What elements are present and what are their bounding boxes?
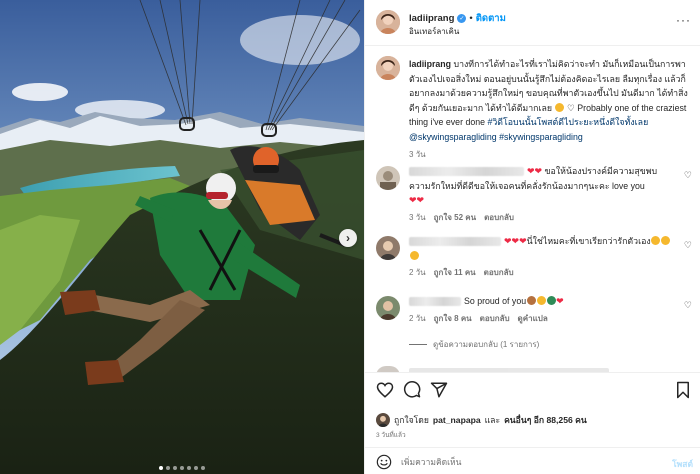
smile-icon[interactable] xyxy=(376,454,392,470)
view-replies-label: ดูข้อความตอบกลับ (1 รายการ) xyxy=(433,340,540,349)
comment-meta: 3 วัน ถูกใจ 52 คน ตอบกลับ xyxy=(409,211,675,226)
liker-avatar[interactable] xyxy=(376,413,390,427)
like-comment-icon[interactable]: ♡ xyxy=(684,240,692,251)
carousel-dot xyxy=(201,466,205,470)
paragliding-photo xyxy=(0,0,364,474)
carousel-dot xyxy=(180,466,184,470)
post-header: ladiiprang ✓ • ติดตาม อินเทอร์ลาเคิน ··· xyxy=(365,0,700,46)
red-heart-icon: ❤ xyxy=(556,296,564,306)
carousel-dots xyxy=(0,466,364,470)
heart-outline-icon: ♡ xyxy=(564,102,578,113)
comment-body: ❤❤❤นี่ใช่ไหมคะที่เขาเรียกว่ารักตัวเอง 2 … xyxy=(409,234,675,281)
liker-username[interactable]: pat_napapa xyxy=(433,415,481,425)
comment-time[interactable]: 2 วัน xyxy=(409,266,426,281)
add-comment-bar: โพสต์ xyxy=(365,447,700,474)
carousel-dot xyxy=(187,466,191,470)
comment-meta: 2 วัน ถูกใจ 11 คน ตอบกลับ xyxy=(409,266,675,281)
comment-text: So proud of you xyxy=(464,296,527,306)
post-sidebar: ladiiprang ✓ • ติดตาม อินเทอร์ลาเคิน ···… xyxy=(364,0,700,474)
heart-eyes-emoji-icon xyxy=(661,236,671,245)
author-avatar[interactable] xyxy=(376,10,400,34)
post-actions: ถูกใจโดย pat_napapa และ คนอื่นๆ อีก 88,2… xyxy=(365,372,700,474)
comment-body: So proud of you ❤ 2 วัน ถูกใจ 8 คน ตอบกลั… xyxy=(409,294,675,326)
caption-hashtag-link[interactable]: #skywingsparagliding xyxy=(499,132,583,142)
blurred-username[interactable] xyxy=(409,237,501,247)
author-username[interactable]: ladiiprang xyxy=(409,13,454,24)
caption-timestamp[interactable]: 3 วัน xyxy=(409,148,426,161)
comment-text: นี่ใช่ไหมคะที่เขาเรียกว่ารักตัวเอง xyxy=(526,236,651,246)
carousel-dot xyxy=(173,466,177,470)
trophy-emoji-icon xyxy=(546,296,556,305)
carousel-dot xyxy=(159,466,163,470)
likes-count[interactable]: คนอื่นๆ อีก 88,256 คน xyxy=(504,413,587,427)
translate-button[interactable]: ดูคำแปล xyxy=(518,312,548,327)
location-link[interactable]: อินเทอร์ลาเคิน xyxy=(409,25,459,38)
comment-time[interactable]: 2 วัน xyxy=(409,312,426,327)
likes-middle: และ xyxy=(484,415,501,425)
like-comment-icon[interactable]: ♡ xyxy=(684,300,692,311)
post-photo[interactable]: › xyxy=(0,0,364,474)
blurred-username[interactable] xyxy=(409,297,461,307)
post-date[interactable]: 3 วันที่แล้ว xyxy=(376,430,406,440)
likes-summary: ถูกใจโดย pat_napapa และ คนอื่นๆ อีก 88,2… xyxy=(376,413,587,427)
commenter-avatar[interactable] xyxy=(376,236,400,260)
commenter-avatar[interactable] xyxy=(376,296,400,320)
likes-prefix: ถูกใจโดย xyxy=(394,415,429,425)
comment-meta: 2 วัน ถูกใจ 8 คน ตอบกลับ ดูคำแปล xyxy=(409,312,675,327)
verified-icon: ✓ xyxy=(457,14,467,23)
comment-likes[interactable]: ถูกใจ 11 คน xyxy=(434,266,476,281)
heart-icon[interactable] xyxy=(376,381,394,399)
caption-username[interactable]: ladiiprang xyxy=(409,59,451,69)
caption-avatar[interactable] xyxy=(376,56,400,80)
carousel-dot xyxy=(194,466,198,470)
more-options-icon[interactable]: ··· xyxy=(676,13,691,27)
comments-area[interactable]: ladiiprang บางทีการได้ทำอะไรที่เราไม่คิด… xyxy=(365,46,700,372)
emoji-icon xyxy=(555,102,564,112)
share-icon[interactable] xyxy=(430,381,448,399)
separator: • xyxy=(469,13,473,24)
comment-time[interactable]: 3 วัน xyxy=(409,211,426,226)
comment-input[interactable] xyxy=(401,453,651,471)
commenter-avatar[interactable] xyxy=(376,166,400,190)
heart-eyes-emoji-icon xyxy=(409,250,419,260)
post-comment-button[interactable]: โพสต์ xyxy=(672,457,693,471)
red-heart-icon: ❤❤❤ xyxy=(504,236,527,246)
comment-icon[interactable] xyxy=(403,381,421,399)
heart-eyes-emoji-icon xyxy=(651,236,661,245)
author-line: ladiiprang ✓ • ติดตาม xyxy=(409,11,506,26)
caption-mention-link[interactable]: @skywingsparagliding xyxy=(409,132,497,142)
caption-hashtag-link[interactable]: #วิดีโอบนนั้นโพสต์ดีไประยะหนึ่งดีใจทั้งเ… xyxy=(487,117,648,127)
red-heart-icon: ❤❤ xyxy=(409,195,425,205)
heart-eyes-emoji-icon xyxy=(536,296,546,305)
comment-likes[interactable]: ถูกใจ 8 คน xyxy=(434,312,472,327)
like-comment-icon[interactable]: ♡ xyxy=(684,170,692,181)
reply-button[interactable]: ตอบกลับ xyxy=(484,211,514,226)
reply-button[interactable]: ตอบกลับ xyxy=(484,266,514,281)
blurred-username[interactable] xyxy=(409,167,524,177)
follow-button[interactable]: ติดตาม xyxy=(476,11,506,26)
bookmark-icon[interactable] xyxy=(674,381,692,399)
reply-button[interactable]: ตอบกลับ xyxy=(480,312,510,327)
carousel-dot xyxy=(166,466,170,470)
red-heart-icon: ❤❤ xyxy=(527,166,543,176)
comment-body: ❤❤ ขอให้น้องปรางค์มีความสุขพบความรักใหม่… xyxy=(409,164,675,225)
hands-emoji-icon xyxy=(526,296,536,305)
caption-text: ladiiprang บางทีการได้ทำอะไรที่เราไม่คิด… xyxy=(409,57,689,144)
comment-likes[interactable]: ถูกใจ 52 คน xyxy=(434,211,476,226)
replies-line xyxy=(409,344,427,345)
carousel-next-button[interactable]: › xyxy=(339,229,357,247)
view-replies-button[interactable]: ดูข้อความตอบกลับ (1 รายการ) xyxy=(409,338,539,351)
